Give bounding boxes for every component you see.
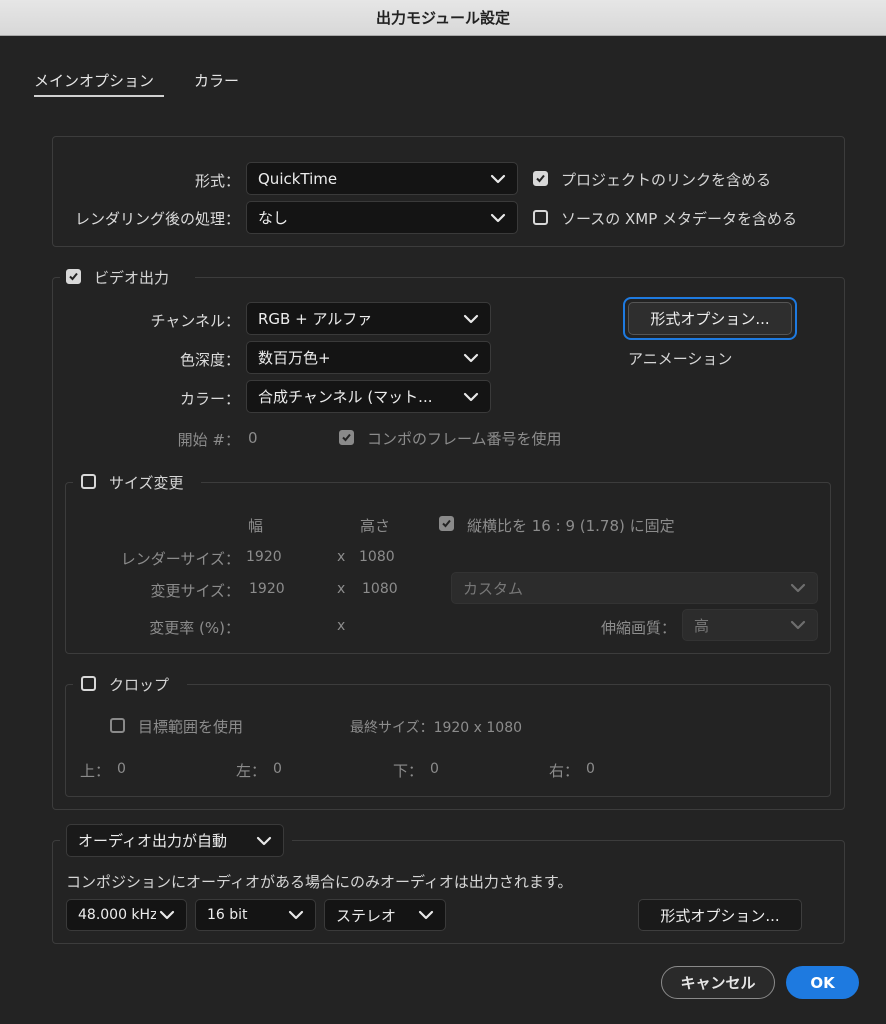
audio-channels-value: ステレオ: [336, 906, 397, 925]
lock-aspect-checkbox[interactable]: [439, 516, 454, 531]
chevron-down-icon: [787, 614, 809, 636]
checkmark-icon: [342, 433, 351, 442]
include-project-link-label: プロジェクトのリンクを含める: [561, 171, 772, 189]
sample-rate-value: 48.000 kHz: [78, 907, 156, 923]
window-title: 出力モジュール設定: [0, 0, 886, 36]
crop-checkbox[interactable]: [81, 676, 96, 691]
bit-depth-value: 16 bit: [207, 907, 248, 923]
chevron-down-icon: [285, 904, 307, 926]
checkmark-icon: [442, 519, 451, 528]
channel-label: チャンネル：: [150, 312, 240, 330]
resize-preset-value: カスタム: [463, 579, 524, 598]
codec-name: アニメーション: [628, 350, 733, 368]
lock-aspect-label: 縦横比を 16 : 9 (1.78) に固定: [467, 517, 675, 535]
render-x: x: [337, 549, 346, 565]
tab-active-indicator: [34, 95, 164, 97]
resize-preset-dropdown[interactable]: カスタム: [451, 572, 818, 604]
audio-description: コンポジションにオーディオがある場合にのみオーディオは出力されます。: [66, 873, 573, 891]
chevron-down-icon: [787, 577, 809, 599]
use-comp-frame-label: コンポのフレーム番号を使用: [367, 430, 562, 448]
crop-bottom-value[interactable]: 0: [430, 761, 439, 777]
resize-checkbox[interactable]: [81, 474, 96, 489]
resize-label: サイズ変更: [109, 474, 184, 492]
resize-width-input[interactable]: 1920: [249, 581, 285, 597]
render-width: 1920: [246, 549, 282, 565]
chevron-down-icon: [460, 308, 482, 330]
resize-col-height: 高さ: [360, 517, 391, 535]
color-label: カラー：: [179, 390, 240, 408]
crop-label: クロップ: [109, 676, 170, 694]
color-dropdown[interactable]: 合成チャンネル (マット...: [246, 380, 491, 413]
chevron-down-icon: [460, 386, 482, 408]
render-height: 1080: [359, 549, 395, 565]
resize-percent-label: 変更率 (%)：: [149, 619, 240, 637]
format-value: QuickTime: [258, 169, 338, 188]
post-render-value: なし: [258, 209, 289, 227]
chevron-down-icon: [156, 904, 178, 926]
include-xmp-checkbox[interactable]: [533, 210, 548, 225]
crop-top-value[interactable]: 0: [117, 761, 126, 777]
resize-height-input[interactable]: 1080: [362, 581, 398, 597]
use-roi-checkbox[interactable]: [110, 718, 125, 733]
final-size-text: 最終サイズ：1920 x 1080: [350, 720, 523, 736]
post-render-dropdown[interactable]: なし: [246, 201, 518, 234]
stretch-quality-label: 伸縮画質：: [600, 619, 676, 637]
chevron-down-icon: [253, 830, 275, 852]
crop-right-value[interactable]: 0: [586, 761, 595, 777]
start-frame-value[interactable]: 0: [248, 429, 258, 447]
format-dropdown[interactable]: QuickTime: [246, 162, 518, 195]
bit-depth-dropdown[interactable]: 16 bit: [195, 899, 316, 931]
color-value: 合成チャンネル (マット...: [258, 388, 433, 406]
crop-bottom-label: 下：: [393, 762, 424, 780]
format-label: 形式：: [194, 172, 240, 190]
video-output-label: ビデオ出力: [94, 269, 170, 287]
post-render-label: レンダリング後の処理：: [74, 210, 240, 228]
chevron-down-icon: [487, 207, 509, 229]
checkmark-icon: [536, 174, 545, 183]
start-frame-label: 開始 #：: [177, 431, 240, 449]
include-project-link-checkbox[interactable]: [533, 171, 548, 186]
crop-left-label: 左：: [236, 762, 267, 780]
depth-dropdown[interactable]: 数百万色+: [246, 341, 491, 374]
channel-value: RGB + アルファ: [258, 310, 373, 328]
ok-button[interactable]: OK: [786, 966, 859, 999]
use-roi-label: 目標範囲を使用: [138, 718, 244, 736]
channel-dropdown[interactable]: RGB + アルファ: [246, 302, 491, 335]
resize-to-label: 変更サイズ：: [150, 582, 240, 600]
audio-format-options-button[interactable]: 形式オプション...: [638, 899, 802, 931]
audio-channels-dropdown[interactable]: ステレオ: [324, 899, 446, 931]
resize-x: x: [337, 581, 346, 597]
video-format-options-button[interactable]: 形式オプション...: [628, 302, 792, 335]
tab-color[interactable]: カラー: [194, 70, 239, 91]
stretch-quality-value: 高: [694, 616, 710, 635]
checkmark-icon: [69, 272, 78, 281]
crop-panel: [65, 684, 831, 797]
video-output-checkbox[interactable]: [66, 269, 81, 284]
sample-rate-dropdown[interactable]: 48.000 kHz: [66, 899, 187, 931]
crop-top-label: 上：: [80, 762, 111, 780]
use-comp-frame-checkbox[interactable]: [339, 430, 354, 445]
depth-value: 数百万色+: [258, 349, 331, 367]
include-xmp-label: ソースの XMP メタデータを含める: [561, 210, 798, 228]
cancel-button[interactable]: キャンセル: [661, 966, 775, 999]
resize-percent-x: x: [337, 618, 346, 634]
tab-main-options[interactable]: メインオプション: [34, 70, 154, 91]
depth-label: 色深度：: [179, 351, 240, 369]
chevron-down-icon: [487, 168, 509, 190]
video-format-options-focus-ring: 形式オプション...: [623, 297, 797, 340]
stretch-quality-dropdown[interactable]: 高: [682, 609, 818, 641]
chevron-down-icon: [415, 904, 437, 926]
resize-col-width: 幅: [248, 517, 264, 535]
crop-right-label: 右：: [549, 762, 580, 780]
chevron-down-icon: [460, 347, 482, 369]
audio-output-mode-dropdown[interactable]: オーディオ出力が自動: [66, 824, 284, 857]
render-size-label: レンダーサイズ：: [120, 550, 240, 568]
audio-output-mode-value: オーディオ出力が自動: [78, 832, 227, 850]
crop-left-value[interactable]: 0: [273, 761, 282, 777]
